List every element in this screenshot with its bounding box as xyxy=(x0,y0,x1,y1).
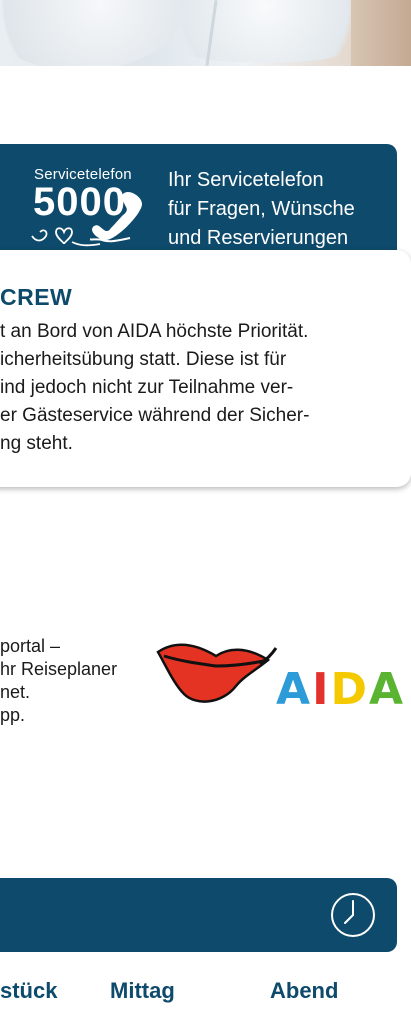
tab-dinner[interactable]: Abend xyxy=(270,978,338,1004)
portal-text-line: hr Reiseplaner xyxy=(0,659,118,679)
service-phone-description: Ihr Servicetelefon für Fragen, Wünsche u… xyxy=(168,166,355,253)
portal-description: portal – hr Reiseplaner net. pp. xyxy=(0,635,117,727)
header-photo xyxy=(0,0,411,66)
aida-letter: A xyxy=(368,664,406,715)
crew-text-line: er Gästeservice während der Sicher- xyxy=(0,405,310,426)
crew-card-text: t an Bord von AIDA höchste Priorität. ic… xyxy=(0,318,400,458)
aida-wordmark: AIDA xyxy=(276,665,405,715)
crew-text-line: ind jedoch nicht zur Teilnahme ver- xyxy=(0,377,294,398)
tab-lunch[interactable]: Mittag xyxy=(110,978,175,1004)
clock-icon[interactable] xyxy=(330,892,376,938)
service-line: für Fragen, Wünsche xyxy=(168,198,355,220)
meal-tabs: stück Mittag Abend xyxy=(0,978,411,1010)
aida-letter: I xyxy=(312,664,331,715)
tab-breakfast[interactable]: stück xyxy=(0,978,57,1004)
heart-line-icon xyxy=(31,227,101,247)
portal-text-line: pp. xyxy=(0,705,26,725)
crew-card-title: CREW xyxy=(0,284,73,310)
crew-text-line: t an Bord von AIDA höchste Priorität. xyxy=(0,321,309,342)
aida-letter: A xyxy=(276,664,313,715)
portal-text-line: portal – xyxy=(0,636,61,656)
portal-text-line: net. xyxy=(0,682,31,702)
aida-letter: D xyxy=(330,664,369,715)
service-line: Ihr Servicetelefon xyxy=(168,169,324,191)
crew-text-line: icherheitsübung statt. Diese ist für xyxy=(0,349,287,370)
crew-text-line: ng steht. xyxy=(0,433,73,454)
service-line: und Reservierungen xyxy=(168,227,349,249)
